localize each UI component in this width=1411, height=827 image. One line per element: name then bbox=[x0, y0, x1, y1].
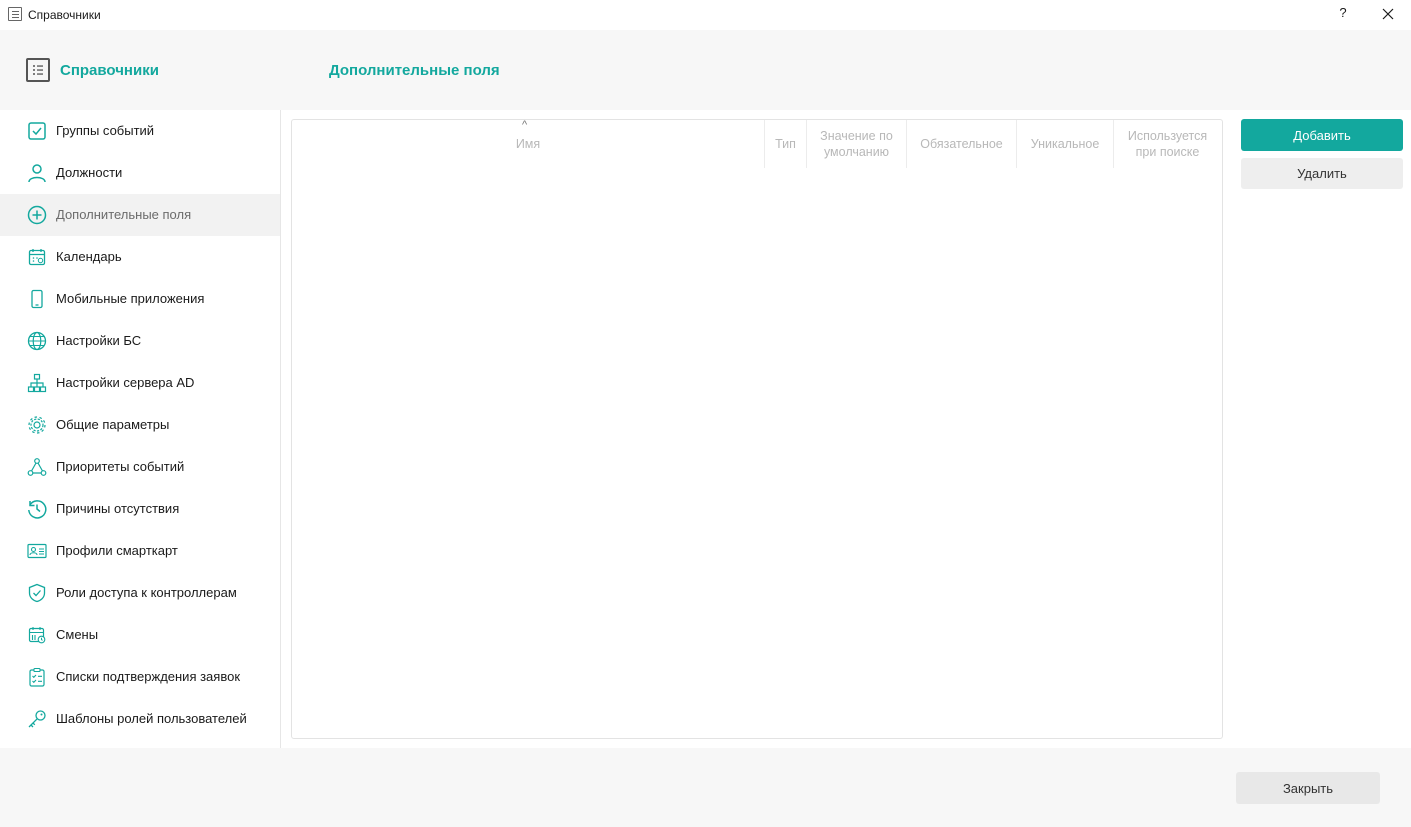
column-header-label: Значение по умолчанию bbox=[820, 129, 893, 159]
sidebar-item-event-priorities[interactable]: Приоритеты событий bbox=[0, 446, 280, 488]
clipboard-check-icon bbox=[29, 667, 45, 687]
sidebar-item-event-groups[interactable]: Группы событий bbox=[0, 110, 280, 152]
nodes-icon bbox=[27, 458, 47, 476]
sidebar-item-mobile-apps[interactable]: Мобильные приложения bbox=[0, 278, 280, 320]
sidebar-item-shifts[interactable]: Смены bbox=[0, 614, 280, 656]
sidebar-item-bs-settings[interactable]: Настройки БС bbox=[0, 320, 280, 362]
close-icon bbox=[1382, 8, 1394, 20]
window-titlebar: Справочники ? bbox=[0, 0, 1411, 30]
dialog-footer: Закрыть bbox=[0, 748, 1411, 827]
network-icon bbox=[27, 373, 47, 393]
window-close-button[interactable] bbox=[1376, 3, 1400, 25]
sidebar-item-label: Мобильные приложения bbox=[56, 291, 205, 306]
close-button[interactable]: Закрыть bbox=[1236, 772, 1380, 804]
directory-list-icon bbox=[26, 58, 50, 82]
add-button[interactable]: Добавить bbox=[1241, 119, 1403, 151]
column-header-unique[interactable]: Уникальное bbox=[1016, 120, 1113, 168]
sort-ascending-icon: ^ bbox=[522, 119, 528, 131]
sidebar-item-label: Настройки БС bbox=[56, 333, 142, 348]
checkbox-icon bbox=[28, 122, 46, 140]
sidebar-item-positions[interactable]: Должности bbox=[0, 152, 280, 194]
mobile-icon bbox=[31, 289, 43, 309]
sidebar-item-label: Роли доступа к контроллерам bbox=[56, 585, 237, 600]
sidebar-item-label: Должности bbox=[56, 165, 123, 180]
help-button[interactable]: ? bbox=[1336, 5, 1350, 23]
column-header-label: Имя bbox=[515, 137, 541, 151]
column-header-type[interactable]: Тип bbox=[764, 120, 806, 168]
key-icon bbox=[28, 710, 46, 728]
sidebar-item-label: Настройки сервера AD bbox=[56, 375, 195, 390]
sidebar: Группы событий Должности Дополнительные … bbox=[0, 110, 281, 748]
sidebar-item-additional-fields[interactable]: Дополнительные поля bbox=[0, 194, 280, 236]
sidebar-item-label: Шаблоны ролей пользователей bbox=[56, 711, 247, 726]
calendar-clock-icon bbox=[28, 627, 46, 644]
sidebar-item-user-role-templates[interactable]: Шаблоны ролей пользователей bbox=[0, 698, 280, 740]
globe-icon bbox=[27, 331, 47, 351]
calendar-icon bbox=[28, 249, 46, 266]
history-clock-icon bbox=[28, 500, 47, 519]
sidebar-item-general-params[interactable]: Общие параметры bbox=[0, 404, 280, 446]
section-title: Дополнительные поля bbox=[329, 62, 500, 79]
shield-check-icon bbox=[28, 583, 46, 603]
delete-button[interactable]: Удалить bbox=[1241, 158, 1403, 189]
sidebar-item-label: Группы событий bbox=[56, 123, 155, 138]
sidebar-item-label: Списки подтверждения заявок bbox=[56, 669, 241, 684]
sidebar-item-smartcard-profiles[interactable]: Профили смарткарт bbox=[0, 530, 280, 572]
page-title: Справочники bbox=[60, 62, 159, 79]
gear-icon bbox=[28, 416, 46, 434]
window-title: Справочники bbox=[28, 8, 101, 22]
app-list-icon bbox=[8, 7, 22, 21]
sidebar-item-label: Профили смарткарт bbox=[56, 543, 178, 558]
column-header-used-in-search[interactable]: Используется при поиске bbox=[1113, 120, 1221, 168]
sidebar-item-absence-reasons[interactable]: Причины отсутствия bbox=[0, 488, 280, 530]
sidebar-item-label: Дополнительные поля bbox=[56, 207, 192, 222]
user-icon bbox=[28, 164, 46, 183]
sidebar-item-request-approval-lists[interactable]: Списки подтверждения заявок bbox=[0, 656, 280, 698]
sidebar-item-ad-server-settings[interactable]: Настройки сервера AD bbox=[0, 362, 280, 404]
column-header-label: Обязательное bbox=[920, 137, 1003, 151]
column-header-label: Уникальное bbox=[1030, 137, 1100, 151]
sidebar-item-calendar[interactable]: Календарь bbox=[0, 236, 280, 278]
sidebar-item-label: Смены bbox=[56, 627, 99, 642]
column-header-name[interactable]: ^ Имя bbox=[292, 119, 764, 168]
sidebar-item-label: Общие параметры bbox=[56, 417, 170, 432]
column-header-required[interactable]: Обязательное bbox=[906, 120, 1016, 168]
sidebar-item-label: Приоритеты событий bbox=[56, 459, 185, 474]
column-header-label: Тип bbox=[775, 137, 796, 151]
id-card-icon bbox=[27, 543, 47, 559]
sidebar-item-label: Календарь bbox=[56, 249, 122, 264]
plus-circle-icon bbox=[27, 205, 47, 225]
fields-table: ^ Имя Тип Значение по умолчанию Обязател… bbox=[291, 119, 1223, 739]
column-header-default-value[interactable]: Значение по умолчанию bbox=[806, 120, 906, 168]
page-header: Справочники Дополнительные поля bbox=[0, 30, 1411, 110]
sidebar-item-controller-access-roles[interactable]: Роли доступа к контроллерам bbox=[0, 572, 280, 614]
column-header-label: Используется при поиске bbox=[1127, 129, 1208, 159]
sidebar-item-label: Причины отсутствия bbox=[56, 501, 180, 516]
